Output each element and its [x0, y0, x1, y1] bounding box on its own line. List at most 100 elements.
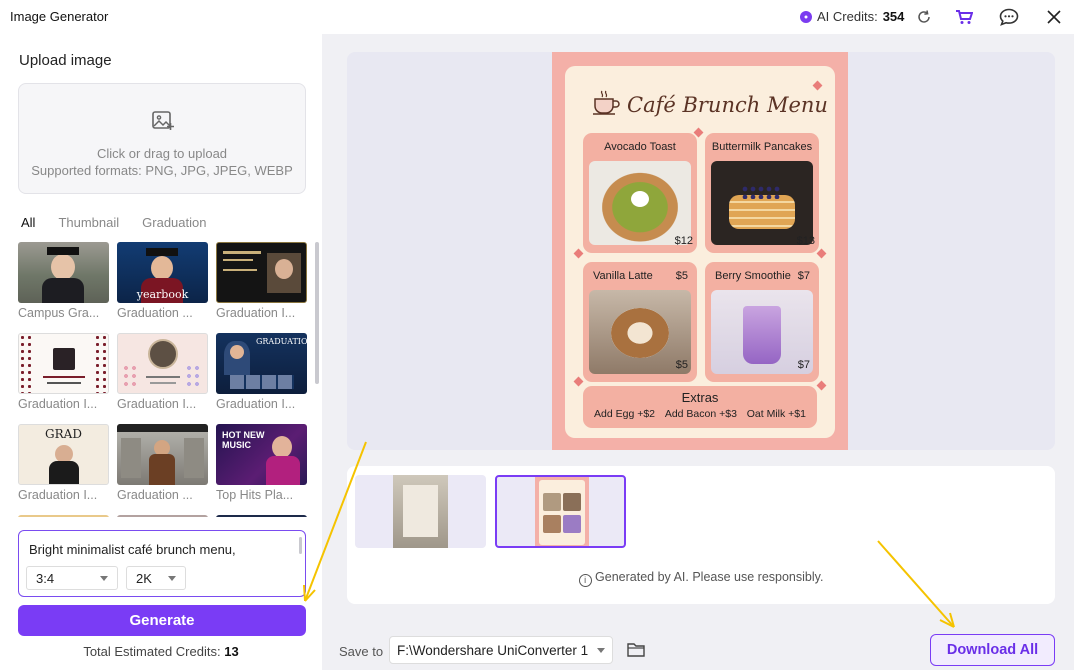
template-card[interactable]: [117, 515, 208, 517]
folder-icon[interactable]: [627, 642, 645, 657]
generate-button[interactable]: Generate: [18, 605, 306, 636]
template-card[interactable]: yearbook Graduation ...: [117, 242, 208, 320]
upload-hint-formats: Supported formats: PNG, JPG, JPEG, WEBP: [31, 163, 293, 178]
history-thumbnail[interactable]: [355, 475, 486, 548]
template-scrollbar[interactable]: [315, 242, 319, 384]
menu-item-price: $13: [796, 235, 815, 247]
tab-all[interactable]: All: [21, 215, 35, 230]
menu-item-name: Vanilla Latte: [593, 270, 653, 282]
preview-area: Café Brunch Menu Avocado Toast $12 Butte…: [347, 52, 1055, 450]
tab-thumbnail[interactable]: Thumbnail: [58, 215, 119, 230]
template-image: GRADUATION: [216, 333, 307, 394]
save-path-select[interactable]: F:\Wondershare UniConverter 1: [389, 636, 613, 664]
template-card[interactable]: Graduation I...: [18, 333, 109, 411]
template-image: [216, 515, 307, 517]
tab-graduation[interactable]: Graduation: [142, 215, 206, 230]
menu-item-berry-smoothie: Berry Smoothie $7 $7: [705, 262, 819, 382]
food-image: [711, 161, 813, 245]
cart-icon[interactable]: [953, 6, 975, 28]
resolution-select[interactable]: 2K: [126, 566, 186, 590]
template-image: [18, 242, 109, 303]
template-caption: Graduation ...: [117, 488, 193, 502]
ai-credits: AI Credits: 354: [800, 9, 904, 24]
chat-icon[interactable]: [998, 6, 1020, 28]
template-image: yearbook: [117, 242, 208, 303]
template-image: GRAD: [18, 424, 109, 485]
template-card[interactable]: [216, 515, 307, 517]
template-card[interactable]: HOT NEW MUSIC Top Hits Pla...: [216, 424, 307, 502]
template-overlay-text: GRADUATION: [256, 337, 307, 346]
resolution-value: 2K: [136, 570, 152, 586]
template-caption: Graduation ...: [117, 306, 193, 320]
credits-gem-icon: [800, 10, 812, 23]
app-title: Image Generator: [10, 9, 109, 24]
heart-icon: [816, 380, 827, 391]
menu-title: Café Brunch Menu: [627, 93, 828, 117]
template-grid: Campus Gra... yearbook Graduation ... Gr…: [18, 241, 308, 517]
template-image: [18, 333, 109, 394]
template-card[interactable]: [18, 515, 109, 517]
template-overlay-text: GRAD: [45, 427, 82, 441]
history-image: [535, 477, 589, 546]
template-image: [18, 515, 109, 517]
ai-notice-text: Generated by AI. Please use responsibly.: [595, 570, 824, 584]
history-strip: i Generated by AI. Please use responsibl…: [347, 466, 1055, 604]
refresh-icon[interactable]: [913, 6, 935, 28]
chevron-down-icon: [100, 575, 108, 581]
ai-notice: i Generated by AI. Please use responsibl…: [347, 570, 1055, 587]
template-overlay-text: yearbook: [136, 288, 189, 301]
save-path-value: F:\Wondershare UniConverter 1: [397, 642, 589, 658]
download-all-button[interactable]: Download All: [930, 634, 1055, 666]
menu-item-price: $5: [675, 270, 688, 282]
prompt-box[interactable]: Bright minimalist café brunch menu, 3:4 …: [18, 530, 306, 597]
title-bar: Image Generator AI Credits: 354: [0, 0, 1074, 34]
template-card[interactable]: Campus Gra...: [18, 242, 109, 320]
heart-icon: [573, 376, 584, 387]
template-card[interactable]: Graduation I...: [216, 242, 307, 320]
prompt-scrollbar[interactable]: [299, 537, 302, 554]
template-card[interactable]: GRADUATION Graduation I...: [216, 333, 307, 411]
info-icon: i: [578, 574, 592, 587]
menu-item-price-badge: $7: [797, 359, 810, 371]
extras-item: Oat Milk +$1: [746, 408, 806, 420]
upload-dropzone[interactable]: Click or drag to upload Supported format…: [18, 83, 306, 194]
aspect-ratio-value: 3:4: [36, 570, 55, 586]
history-thumbnail-selected[interactable]: [495, 475, 626, 548]
history-image: [393, 475, 448, 548]
template-card[interactable]: GRAD Graduation I...: [18, 424, 109, 502]
bottom-bar: Save to F:\Wondershare UniConverter 1 Do…: [322, 630, 1074, 670]
menu-item-vanilla-latte: Vanilla Latte $5 $5: [583, 262, 697, 382]
extras-item: Add Bacon +$3: [664, 408, 737, 420]
heart-icon: [573, 248, 584, 259]
generated-poster: Café Brunch Menu Avocado Toast $12 Butte…: [552, 52, 848, 450]
left-panel: Upload image Click or drag to upload Sup…: [0, 34, 322, 670]
template-tabs: All Thumbnail Graduation: [21, 215, 229, 230]
right-panel: Café Brunch Menu Avocado Toast $12 Butte…: [322, 34, 1074, 670]
template-image: [117, 515, 208, 517]
credits-label: AI Credits:: [817, 9, 878, 24]
estimated-credits: Total Estimated Credits: 13: [0, 644, 322, 659]
close-icon[interactable]: [1043, 6, 1065, 28]
prompt-input[interactable]: Bright minimalist café brunch menu,: [29, 542, 236, 557]
template-image: [117, 333, 208, 394]
template-card[interactable]: Graduation I...: [117, 333, 208, 411]
food-image: $7: [711, 290, 813, 374]
menu-item-buttermilk-pancakes: Buttermilk Pancakes $13: [705, 133, 819, 253]
menu-card: Café Brunch Menu Avocado Toast $12 Butte…: [565, 66, 835, 438]
template-caption: Top Hits Pla...: [216, 488, 294, 502]
template-caption: Campus Gra...: [18, 306, 100, 320]
heart-icon: [816, 248, 827, 259]
template-image: HOT NEW MUSIC: [216, 424, 307, 485]
template-caption: Graduation I...: [18, 488, 98, 502]
food-image: $5: [589, 290, 691, 374]
template-overlay-text: HOT NEW MUSIC: [222, 430, 265, 450]
template-image: [117, 424, 208, 485]
template-caption: Graduation I...: [18, 397, 98, 411]
menu-item-avocado-toast: Avocado Toast $12: [583, 133, 697, 253]
aspect-ratio-select[interactable]: 3:4: [26, 566, 118, 590]
template-card[interactable]: Graduation ...: [117, 424, 208, 502]
template-caption: Graduation I...: [216, 306, 296, 320]
template-caption: Graduation I...: [216, 397, 296, 411]
extras-item: Add Egg +$2: [594, 408, 656, 420]
menu-extras: Extras Add Egg +$2 Add Bacon +$3 Oat Mil…: [583, 386, 817, 428]
